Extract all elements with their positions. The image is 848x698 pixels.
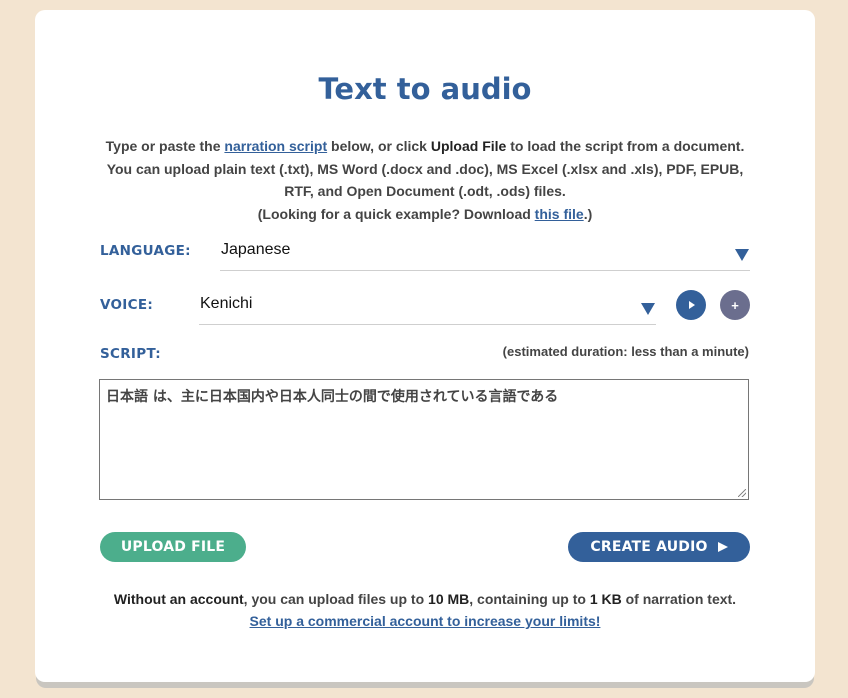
script-textarea[interactable]: 日本語 は、主に日本国内や日本人同士の間で使用されている言語である — [99, 379, 749, 500]
limits-part: 10 MB — [428, 591, 470, 607]
limits-part: , you can upload files up to — [243, 591, 429, 607]
tts-card: Text to audio Type or paste the narratio… — [35, 10, 815, 682]
create-audio-label: CREATE AUDIO — [590, 539, 708, 555]
chevron-down-icon — [735, 249, 749, 261]
upload-file-button[interactable]: UPLOAD FILE — [100, 532, 246, 562]
language-value: Japanese — [221, 241, 291, 258]
page-title: Text to audio — [318, 72, 532, 106]
intro-part: Type or paste the — [105, 138, 225, 154]
estimated-duration: (estimated duration: less than a minute) — [502, 344, 749, 359]
limits-part: , containing up to — [469, 591, 590, 607]
intro-text: Type or paste the narration script below… — [95, 135, 755, 225]
language-label: LANGUAGE: — [100, 243, 191, 259]
chevron-down-icon — [641, 303, 655, 315]
play-arrow-icon — [717, 542, 728, 552]
limits-part: of narration text. — [621, 591, 737, 607]
account-limits: Without an account, you can upload files… — [35, 588, 815, 632]
script-text: 日本語 は、主に日本国内や日本人同士の間で使用されている言語である — [106, 389, 559, 405]
plus-icon: + — [731, 297, 739, 313]
voice-value: Kenichi — [200, 295, 253, 312]
intro-part: .) — [583, 205, 593, 222]
limits-part: 1 KB — [589, 591, 622, 607]
voice-preview-button[interactable] — [676, 290, 706, 320]
create-audio-button[interactable]: CREATE AUDIO — [568, 532, 750, 562]
example-file-link[interactable]: this file — [535, 206, 584, 222]
language-select[interactable]: Japanese — [220, 234, 750, 271]
script-label: SCRIPT: — [100, 346, 161, 362]
resize-grip-icon[interactable] — [738, 489, 746, 497]
intro-part: below, or click — [327, 138, 431, 154]
intro-part: (Looking for a quick example? Download — [257, 205, 535, 222]
voice-add-button[interactable]: + — [720, 290, 750, 320]
narration-script-link[interactable]: narration script — [224, 138, 327, 154]
play-icon — [689, 301, 695, 309]
upload-file-label: UPLOAD FILE — [120, 539, 226, 555]
voice-select[interactable]: Kenichi — [199, 288, 656, 325]
intro-upload-file-strong: Upload File — [430, 138, 507, 154]
voice-label: VOICE: — [100, 297, 154, 313]
limits-part: Without an account — [113, 591, 244, 607]
commercial-account-link[interactable]: Set up a commercial account to increase … — [250, 613, 601, 629]
